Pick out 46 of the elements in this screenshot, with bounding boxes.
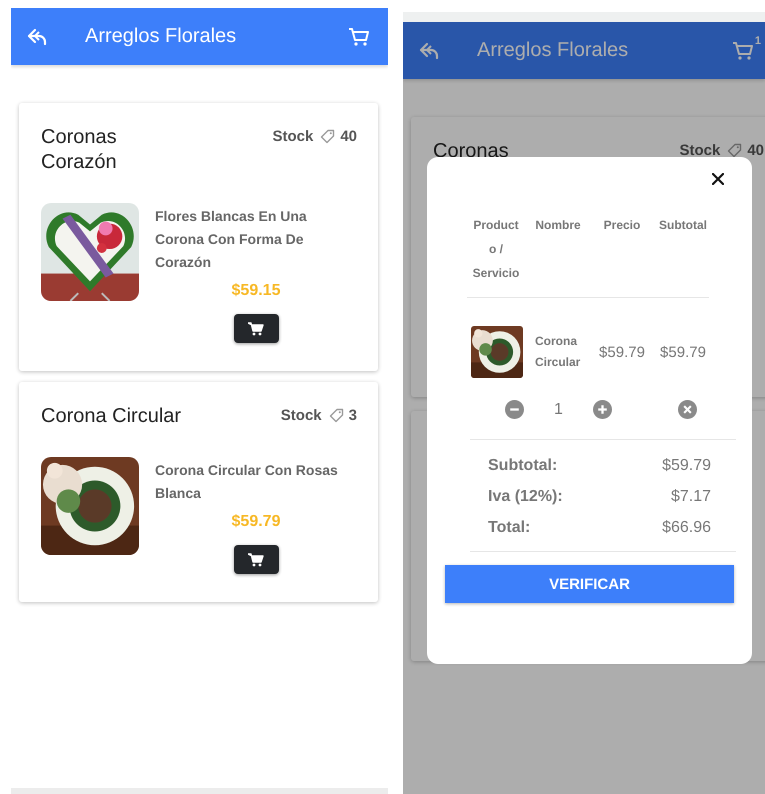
summary-label: Total: (488, 518, 530, 538)
cart-icon[interactable] (732, 40, 754, 60)
summary-value: $59.79 (662, 456, 711, 476)
summary-label: Iva (12%): (488, 487, 563, 507)
product-price: $59.15 (232, 282, 280, 300)
product-title: Coronas Corazón (41, 125, 118, 175)
tag-icon (727, 143, 742, 158)
back-icon[interactable] (418, 40, 440, 60)
item-subtotal: $59.79 (659, 344, 707, 360)
column-header: Producto / Servicio (472, 217, 520, 282)
summary-label: Subtotal: (488, 456, 558, 476)
stock-label: Stock (272, 128, 314, 145)
summary-value: $7.17 (670, 487, 711, 507)
back-icon[interactable] (26, 26, 48, 46)
product-description: Flores Blancas En Una Corona Con Forma De Corazón (155, 207, 308, 272)
column-header: Nombre (534, 217, 582, 234)
tag-icon (320, 129, 336, 144)
add-to-cart-button[interactable] (234, 545, 278, 574)
cart-icon (248, 322, 264, 336)
product-description: Corona Circular Con Rosas Blanca (155, 461, 339, 503)
stock-count: 40 (340, 128, 357, 145)
cart-icon (248, 552, 264, 566)
screen-title: Arreglos Florales (477, 39, 630, 62)
quantity: 1 (554, 400, 563, 418)
remove-icon[interactable] (678, 400, 697, 419)
stock-label: Stock (679, 142, 720, 159)
minus-icon[interactable] (505, 400, 524, 419)
tag-icon (328, 408, 344, 423)
column-header: Subtotal (658, 217, 708, 234)
product-title: Corona Circular (41, 404, 182, 429)
summary-value: $66.96 (662, 518, 711, 538)
column-header: Precio (602, 217, 642, 234)
close-icon[interactable] (712, 173, 724, 185)
product-title: Coronas (433, 139, 510, 164)
stock-label: Stock (280, 407, 322, 424)
stock-count: 40 (747, 142, 764, 159)
cart-count: 1 (754, 34, 761, 46)
stock-count: 3 (348, 407, 357, 424)
checkout-button[interactable]: VERIFICAR (445, 565, 734, 603)
cart-icon[interactable] (348, 26, 370, 46)
product-price: $59.79 (232, 513, 280, 531)
item-price: $59.79 (598, 344, 646, 360)
screen-title: Arreglos Florales (85, 25, 238, 48)
add-to-cart-button[interactable] (234, 314, 278, 343)
item-name: Corona Circular (534, 333, 582, 371)
plus-icon[interactable] (592, 400, 612, 419)
